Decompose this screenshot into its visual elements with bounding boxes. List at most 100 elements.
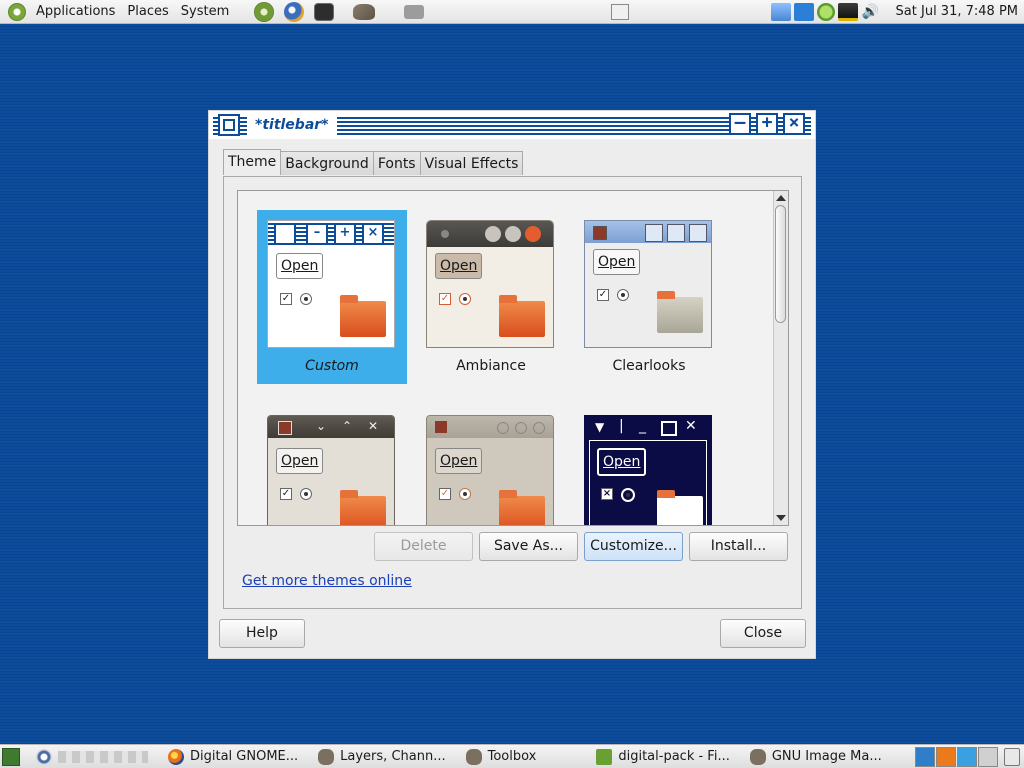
menu-system[interactable]: System bbox=[175, 4, 235, 19]
trash-icon[interactable] bbox=[1004, 747, 1020, 766]
terminal-icon[interactable] bbox=[314, 2, 335, 21]
help-button[interactable]: Help bbox=[219, 619, 305, 648]
taskbar-item[interactable]: digital-pack - Fi... bbox=[586, 746, 739, 768]
screenshot-icon[interactable] bbox=[404, 4, 425, 19]
get-more-themes-link[interactable]: Get more themes online bbox=[242, 573, 412, 589]
theme-name: Clearlooks bbox=[612, 358, 686, 374]
bottom-panel: Digital GNOME... Layers, Chann... Toolbo… bbox=[0, 744, 1024, 768]
appearance-preferences-dialog: *titlebar* – + × Theme Background Fonts … bbox=[208, 110, 816, 659]
theme-list[interactable]: – + × Open ✓ Custom Open ✓ Ambiance Open… bbox=[237, 190, 789, 526]
clock[interactable]: Sat Jul 31, 7:48 PM bbox=[896, 4, 1018, 19]
tab-bar: Theme Background Fonts Visual Effects bbox=[223, 149, 524, 175]
preview-radio-icon bbox=[459, 293, 471, 305]
preview-radio-icon bbox=[300, 488, 312, 500]
top-panel: Applications Places System 🔊 Sat Jul 31,… bbox=[0, 0, 1024, 24]
taskbar-label: Digital GNOME... bbox=[190, 749, 299, 764]
preview-open-button: Open bbox=[593, 249, 641, 275]
menu-applications[interactable]: Applications bbox=[30, 4, 121, 19]
workspace-switcher bbox=[914, 746, 998, 767]
tab-visual-effects[interactable]: Visual Effects bbox=[419, 151, 524, 175]
preview-open-button: Open bbox=[276, 448, 324, 474]
update-ok-icon[interactable] bbox=[816, 2, 835, 21]
titlebar[interactable]: *titlebar* – + × bbox=[209, 111, 815, 139]
scrollbar-thumb[interactable] bbox=[775, 205, 786, 323]
scroll-up-icon[interactable] bbox=[776, 195, 786, 201]
minimize-icon[interactable]: – bbox=[729, 113, 751, 135]
theme-preview: – + × Open ✓ bbox=[267, 220, 395, 348]
close-button[interactable]: Close bbox=[720, 619, 806, 648]
tab-background[interactable]: Background bbox=[280, 151, 374, 175]
taskbar-item-blurred[interactable] bbox=[26, 746, 158, 768]
thunderbird-icon[interactable] bbox=[284, 1, 305, 22]
tab-theme[interactable]: Theme bbox=[223, 149, 282, 175]
window-selector-icon[interactable] bbox=[610, 3, 629, 20]
preview-radio-icon bbox=[459, 488, 471, 500]
window-menu-icon[interactable] bbox=[218, 114, 240, 136]
maximize-icon[interactable]: + bbox=[756, 113, 778, 135]
taskbar-label: Toolbox bbox=[487, 749, 537, 764]
gimp-icon[interactable] bbox=[353, 3, 376, 20]
theme-list-scrollbar[interactable] bbox=[773, 191, 788, 525]
volume-icon[interactable]: 🔊 bbox=[861, 3, 881, 21]
taskbar-label: GNU Image Ma... bbox=[771, 749, 882, 764]
folder-icon bbox=[657, 490, 703, 525]
blurred-label bbox=[58, 750, 148, 763]
gimp-icon bbox=[318, 748, 335, 765]
monitor-icon[interactable] bbox=[837, 2, 858, 21]
theme-custom[interactable]: – + × Open ✓ Custom bbox=[257, 210, 407, 384]
taskbar-item[interactable]: GNU Image Ma... bbox=[740, 746, 892, 768]
theme-preview: ⌄ ⌃ ✕ Open ✓ bbox=[267, 415, 395, 525]
theme-clearlooks[interactable]: Open ✓ Clearlooks bbox=[574, 210, 724, 384]
theme-preview: Open ✓ bbox=[426, 220, 554, 348]
firefox-icon bbox=[168, 748, 184, 765]
taskbar-item[interactable]: Digital GNOME... bbox=[158, 746, 308, 768]
folder-icon bbox=[499, 295, 545, 337]
pointer-icon[interactable] bbox=[793, 2, 814, 21]
theme-preview: ▼ | _ ✕ Open × bbox=[584, 415, 712, 525]
workspace-2[interactable] bbox=[936, 746, 956, 767]
preview-open-button: Open bbox=[276, 253, 324, 279]
workspace-4[interactable] bbox=[978, 746, 998, 767]
preview-open-button: Open bbox=[435, 253, 483, 279]
preview-open-button: Open bbox=[435, 448, 483, 474]
tab-fonts[interactable]: Fonts bbox=[372, 151, 421, 175]
theme-ambiance[interactable]: Open ✓ Ambiance bbox=[416, 210, 566, 384]
preview-checkbox-icon: ✓ bbox=[280, 293, 292, 305]
preview-radio-icon bbox=[300, 293, 312, 305]
menu-places[interactable]: Places bbox=[121, 4, 174, 19]
scroll-down-icon[interactable] bbox=[776, 515, 786, 521]
customize-button[interactable]: Customize... bbox=[584, 532, 683, 561]
preview-radio-icon bbox=[621, 488, 635, 502]
search-icon bbox=[36, 748, 52, 765]
theme-item[interactable]: Open ✓ bbox=[416, 405, 566, 525]
theme-name: Ambiance bbox=[456, 358, 526, 374]
save-as-button[interactable]: Save As... bbox=[479, 532, 578, 561]
close-icon[interactable]: × bbox=[783, 113, 805, 135]
theme-item[interactable]: ⌄ ⌃ ✕ Open ✓ bbox=[257, 405, 407, 525]
delete-button[interactable]: Delete bbox=[374, 532, 473, 561]
theme-preview: Open ✓ bbox=[584, 220, 712, 348]
workspace-1[interactable] bbox=[915, 746, 935, 767]
workspace-3[interactable] bbox=[957, 746, 977, 767]
theme-item[interactable]: ▼ | _ ✕ Open × bbox=[574, 405, 724, 525]
gimp-icon bbox=[465, 748, 482, 765]
taskbar-item[interactable]: Toolbox bbox=[456, 746, 547, 768]
theme-name: Custom bbox=[305, 358, 359, 374]
folder-icon bbox=[657, 291, 703, 333]
network-icon[interactable] bbox=[770, 2, 791, 21]
system-tray: 🔊 Sat Jul 31, 7:48 PM bbox=[770, 2, 1018, 21]
preview-radio-icon bbox=[617, 289, 629, 301]
ubuntu-logo-icon[interactable] bbox=[8, 2, 26, 21]
update-manager-icon[interactable] bbox=[254, 1, 275, 22]
preview-open-button: Open bbox=[597, 448, 647, 476]
preview-checkbox-icon: ✓ bbox=[439, 488, 451, 500]
preview-checkbox-icon: × bbox=[601, 488, 613, 500]
taskbar-label: digital-pack - Fi... bbox=[618, 749, 730, 764]
install-button[interactable]: Install... bbox=[689, 532, 788, 561]
folder-icon bbox=[499, 490, 545, 525]
preview-checkbox-icon: ✓ bbox=[280, 488, 292, 500]
taskbar-item[interactable]: Layers, Chann... bbox=[308, 746, 455, 768]
taskbar-label: Layers, Chann... bbox=[340, 749, 446, 764]
folder-icon bbox=[340, 295, 386, 337]
show-desktop-icon[interactable] bbox=[2, 747, 20, 766]
